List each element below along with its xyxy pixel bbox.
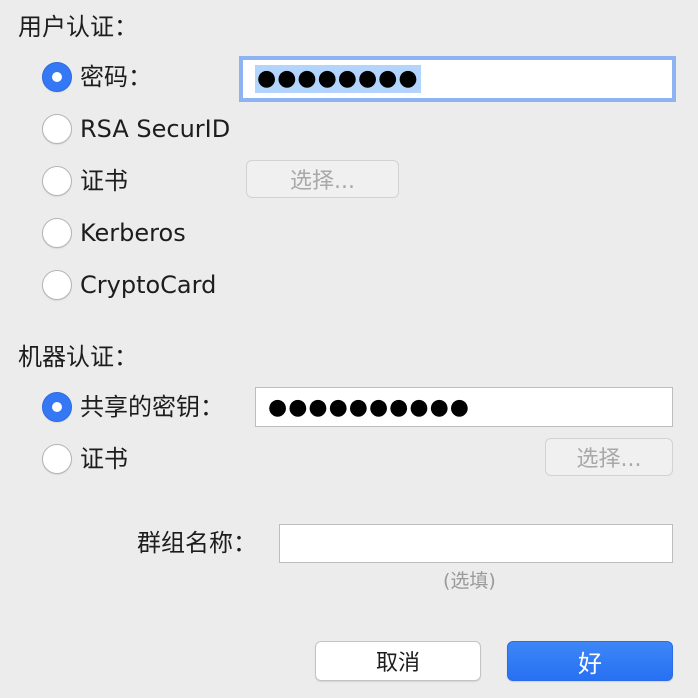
radio-cryptocard-label: CryptoCard: [80, 271, 217, 299]
shared-secret-field[interactable]: ●●●●●●●●●●: [255, 387, 673, 427]
user-auth-label: 用户认证：: [18, 13, 138, 41]
user-cert-choose-button[interactable]: 选择...: [246, 160, 399, 198]
radio-machine-certificate-label: 证书: [80, 445, 128, 473]
group-name-field[interactable]: [279, 524, 673, 563]
group-name-optional-hint: (选填): [443, 570, 496, 592]
radio-certificate-label: 证书: [80, 167, 128, 195]
radio-button[interactable]: [42, 270, 72, 300]
radio-kerberos[interactable]: Kerberos: [42, 216, 186, 250]
vpn-authentication-settings-dialog: 用户认证： 密码： ●●●●●●●● RSA SecurID 证书 选择... …: [0, 0, 698, 698]
radio-shared-secret-label: 共享的密钥：: [80, 393, 224, 421]
password-field[interactable]: ●●●●●●●●: [242, 59, 673, 99]
password-value: ●●●●●●●●: [255, 65, 421, 93]
radio-button[interactable]: [42, 444, 72, 474]
ok-button[interactable]: 好: [507, 641, 673, 681]
cancel-button[interactable]: 取消: [315, 641, 481, 681]
radio-button[interactable]: [42, 218, 72, 248]
radio-cryptocard[interactable]: CryptoCard: [42, 268, 216, 302]
radio-dot: [52, 402, 62, 412]
radio-button-selected[interactable]: [42, 392, 72, 422]
radio-rsa-securid[interactable]: RSA SecurID: [42, 112, 230, 146]
radio-rsa-securid-label: RSA SecurID: [80, 115, 231, 143]
radio-shared-secret[interactable]: 共享的密钥：: [42, 390, 224, 424]
radio-button[interactable]: [42, 114, 72, 144]
machine-auth-label: 机器认证：: [18, 343, 138, 371]
radio-kerberos-label: Kerberos: [80, 219, 186, 247]
radio-dot: [52, 72, 62, 82]
machine-cert-choose-button[interactable]: 选择...: [545, 438, 673, 476]
radio-password[interactable]: 密码：: [42, 60, 152, 94]
group-name-label: 群组名称：: [137, 529, 257, 557]
radio-certificate[interactable]: 证书: [42, 164, 128, 198]
radio-password-label: 密码：: [80, 63, 152, 91]
radio-button[interactable]: [42, 166, 72, 196]
radio-button-selected[interactable]: [42, 62, 72, 92]
shared-secret-value: ●●●●●●●●●●: [268, 394, 470, 420]
radio-machine-certificate[interactable]: 证书: [42, 442, 128, 476]
